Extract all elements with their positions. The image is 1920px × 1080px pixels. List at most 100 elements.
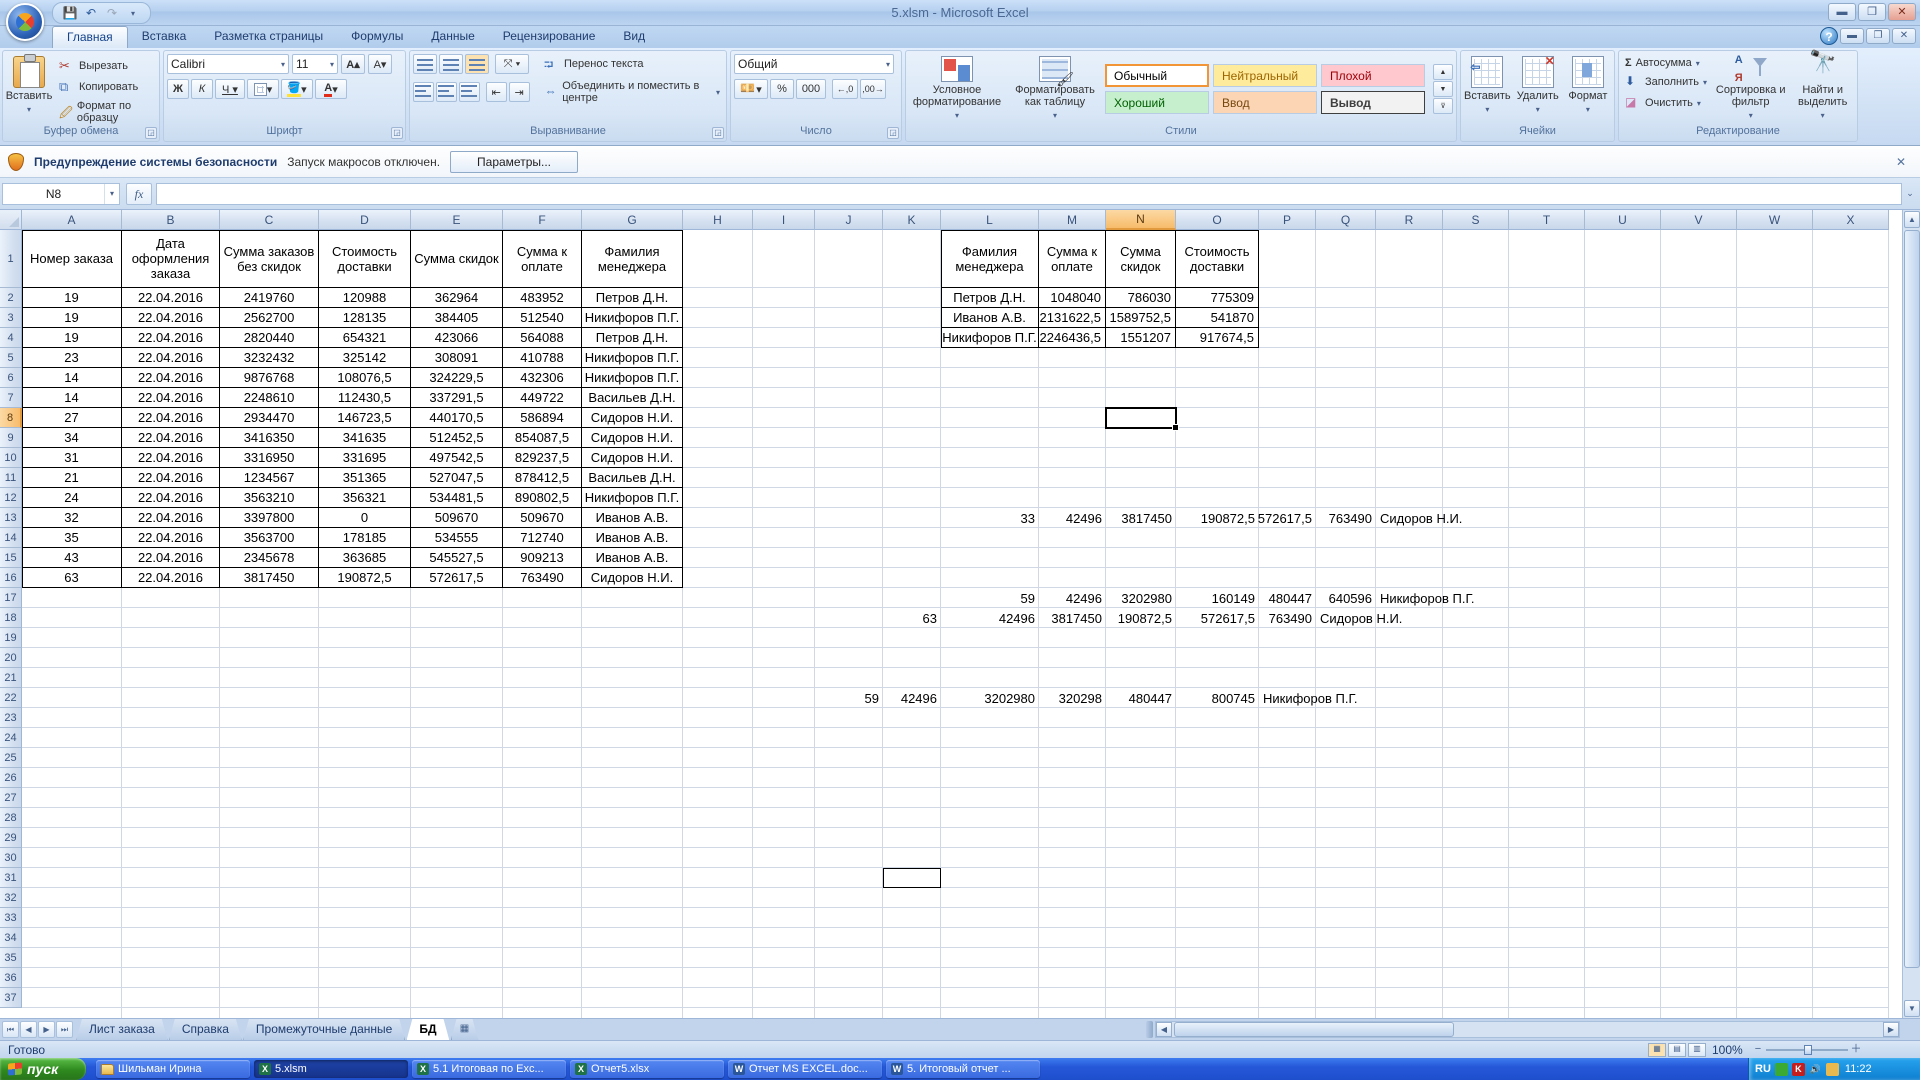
- column-header-G[interactable]: G: [582, 210, 683, 230]
- align-bottom-button[interactable]: [465, 54, 489, 74]
- right-table-header-cell[interactable]: Фамилия менеджера: [941, 230, 1039, 288]
- number-dialog-launcher-icon[interactable]: ◲: [887, 127, 899, 139]
- cell-P17[interactable]: 480447: [1259, 588, 1316, 608]
- styles-scroll-up-icon[interactable]: ▲: [1433, 64, 1453, 80]
- column-header-F[interactable]: F: [503, 210, 582, 230]
- name-box[interactable]: N8 ▾: [2, 183, 120, 205]
- row-header-6[interactable]: 6: [0, 368, 22, 388]
- bordered-empty-cell-K31[interactable]: [883, 868, 941, 888]
- row-header-23[interactable]: 23: [0, 708, 22, 728]
- left-table-cell[interactable]: 128135: [319, 308, 411, 328]
- percent-style-button[interactable]: %: [770, 79, 794, 99]
- merge-center-button[interactable]: Объединить и поместить в центре▾: [542, 79, 723, 105]
- column-header-D[interactable]: D: [319, 210, 411, 230]
- left-table-cell[interactable]: 22.04.2016: [122, 568, 220, 588]
- left-table-cell[interactable]: Сидоров Н.И.: [582, 428, 683, 448]
- row-header-2[interactable]: 2: [0, 288, 22, 308]
- left-table-cell[interactable]: 432306: [503, 368, 582, 388]
- office-button[interactable]: [6, 3, 44, 41]
- row-header-3[interactable]: 3: [0, 308, 22, 328]
- vertical-scroll-thumb[interactable]: [1904, 230, 1920, 968]
- left-table-cell[interactable]: 22.04.2016: [122, 328, 220, 348]
- zoom-out-icon[interactable]: −: [1752, 1043, 1764, 1056]
- font-name-combo[interactable]: Calibri▾: [167, 54, 289, 74]
- sheet-tab-промежуточные-данные[interactable]: Промежуточные данные: [243, 1019, 405, 1041]
- cell-K18[interactable]: 63: [883, 608, 941, 628]
- increase-decimal-button[interactable]: ←,0: [832, 79, 858, 99]
- left-table-cell[interactable]: 22.04.2016: [122, 308, 220, 328]
- orientation-button[interactable]: ⤧ ▾: [495, 54, 529, 74]
- left-table-cell[interactable]: Петров Д.Н.: [582, 288, 683, 308]
- page-layout-view-icon[interactable]: ▤: [1668, 1043, 1686, 1057]
- shrink-font-button[interactable]: A▾: [368, 54, 392, 74]
- row-header-32[interactable]: 32: [0, 888, 22, 908]
- column-header-X[interactable]: X: [1813, 210, 1889, 230]
- row-header-34[interactable]: 34: [0, 928, 22, 948]
- left-table-cell[interactable]: 3416350: [220, 428, 319, 448]
- left-table-cell[interactable]: 2345678: [220, 548, 319, 568]
- column-header-I[interactable]: I: [753, 210, 815, 230]
- left-table-cell[interactable]: 410788: [503, 348, 582, 368]
- left-table-cell[interactable]: 112430,5: [319, 388, 411, 408]
- decrease-decimal-button[interactable]: ,00→: [860, 79, 886, 99]
- row-header-24[interactable]: 24: [0, 728, 22, 748]
- left-table-cell[interactable]: 34: [22, 428, 122, 448]
- left-table-cell[interactable]: Васильев Д.Н.: [582, 388, 683, 408]
- left-table-cell[interactable]: 22.04.2016: [122, 528, 220, 548]
- left-table-cell[interactable]: 120988: [319, 288, 411, 308]
- zoom-slider[interactable]: − ＋: [1752, 1043, 1862, 1057]
- left-table-cell[interactable]: 449722: [503, 388, 582, 408]
- row-header-5[interactable]: 5: [0, 348, 22, 368]
- row-header-26[interactable]: 26: [0, 768, 22, 788]
- right-table-header-cell[interactable]: Сумма скидок: [1106, 230, 1176, 288]
- cell-Q18[interactable]: Сидоров Н.И.: [1316, 608, 1376, 628]
- cell-L17[interactable]: 59: [941, 588, 1039, 608]
- row-header-17[interactable]: 17: [0, 588, 22, 608]
- row-header-14[interactable]: 14: [0, 528, 22, 548]
- cell-style-chip-обычный[interactable]: Обычный: [1105, 64, 1209, 87]
- align-left-button[interactable]: [413, 82, 434, 102]
- column-header-R[interactable]: R: [1376, 210, 1443, 230]
- row-header-37[interactable]: 37: [0, 988, 22, 1008]
- left-table-cell[interactable]: Васильев Д.Н.: [582, 468, 683, 488]
- zoom-level[interactable]: 100%: [1712, 1043, 1743, 1057]
- left-table-cell[interactable]: Иванов А.В.: [582, 548, 683, 568]
- left-table-cell[interactable]: 572617,5: [411, 568, 503, 588]
- left-table-cell[interactable]: 324229,5: [411, 368, 503, 388]
- minimize-button[interactable]: ▬: [1828, 3, 1856, 21]
- left-table-cell[interactable]: 351365: [319, 468, 411, 488]
- row-header-9[interactable]: 9: [0, 428, 22, 448]
- scroll-left-icon[interactable]: ◀: [1156, 1022, 1172, 1037]
- left-table-header-cell[interactable]: Номер заказа: [22, 230, 122, 288]
- column-header-S[interactable]: S: [1443, 210, 1509, 230]
- tray-green-icon[interactable]: [1775, 1063, 1788, 1076]
- left-table-cell[interactable]: 545527,5: [411, 548, 503, 568]
- ribbon-tab-формулы[interactable]: Формулы: [337, 26, 417, 48]
- left-table-cell[interactable]: Сидоров Н.И.: [582, 408, 683, 428]
- column-header-B[interactable]: B: [122, 210, 220, 230]
- font-dialog-launcher-icon[interactable]: ◲: [391, 127, 403, 139]
- column-header-U[interactable]: U: [1585, 210, 1661, 230]
- row-header-21[interactable]: 21: [0, 668, 22, 688]
- left-table-cell[interactable]: 22.04.2016: [122, 368, 220, 388]
- first-sheet-icon[interactable]: ⏮: [2, 1021, 19, 1038]
- left-table-cell[interactable]: 497542,5: [411, 448, 503, 468]
- left-table-cell[interactable]: 24: [22, 488, 122, 508]
- row-header-33[interactable]: 33: [0, 908, 22, 928]
- left-table-cell[interactable]: 22.04.2016: [122, 508, 220, 528]
- close-button[interactable]: ✕: [1888, 3, 1916, 21]
- start-button[interactable]: пуск: [0, 1058, 86, 1080]
- ribbon-tab-вид[interactable]: Вид: [609, 26, 659, 48]
- left-table-cell[interactable]: 22.04.2016: [122, 448, 220, 468]
- cell-K22[interactable]: 42496: [883, 688, 941, 708]
- cell-N17[interactable]: 3202980: [1106, 588, 1176, 608]
- row-header-12[interactable]: 12: [0, 488, 22, 508]
- left-table-cell[interactable]: Никифоров П.Г.: [582, 308, 683, 328]
- vertical-scrollbar[interactable]: ▲ ▼: [1902, 210, 1920, 1018]
- left-table-cell[interactable]: 14: [22, 388, 122, 408]
- left-table-cell[interactable]: 22.04.2016: [122, 408, 220, 428]
- workbook-restore-button[interactable]: ❐: [1866, 28, 1890, 44]
- left-table-cell[interactable]: 308091: [411, 348, 503, 368]
- right-table-cell[interactable]: 2246436,5: [1039, 328, 1106, 348]
- underline-button[interactable]: Ч ▾: [215, 79, 245, 99]
